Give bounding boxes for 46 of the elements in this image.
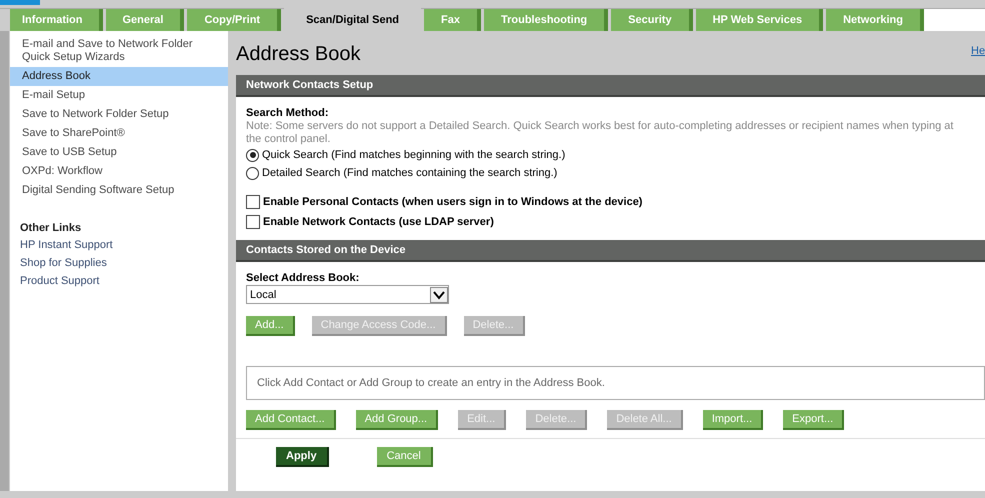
sidebar-link[interactable]: Product Support: [10, 272, 228, 290]
action-button[interactable]: Add...: [246, 316, 295, 336]
help-link[interactable]: He: [971, 45, 985, 57]
action-button[interactable]: Add Contact...: [246, 410, 336, 430]
tab[interactable]: Information: [10, 9, 102, 31]
sidebar-link[interactable]: HP Instant Support: [10, 236, 228, 254]
sidebar-item[interactable]: Save to USB Setup: [10, 143, 228, 162]
sidebar-item[interactable]: E-mail Setup: [10, 86, 228, 105]
section-title: Other Links: [20, 222, 82, 234]
section-header: Contacts Stored on the Device: [236, 240, 985, 262]
address-book-dropdown[interactable]: Local: [246, 285, 449, 304]
radio-label: Quick Search (Find matches beginning with the search string.): [262, 149, 566, 161]
action-button[interactable]: Import...: [702, 410, 764, 430]
radio-label: Detailed Search (Find matches containing the search string.): [262, 167, 558, 179]
checkbox[interactable]: [246, 215, 260, 229]
tab[interactable]: HP Web Services: [696, 9, 824, 31]
sidebar-item[interactable]: Digital Sending Software Setup: [10, 181, 228, 200]
form-button[interactable]: Cancel: [376, 447, 433, 467]
field-label: Search Method:: [246, 107, 330, 119]
radio-button[interactable]: [246, 148, 259, 162]
action-button[interactable]: Add Group...: [356, 410, 438, 430]
sidebar-item[interactable]: Save to Network Folder Setup: [10, 105, 228, 124]
tab[interactable]: Security: [611, 9, 693, 31]
note-text: Note: Some servers do not support a Detailed Search. Quick Search works best for auto-completing addresses or recipient names when typing at the control panel.: [246, 120, 954, 146]
checkbox-label: Enable Network Contacts (use LDAP server): [263, 216, 494, 228]
sidebar-item[interactable]: OXPd: Workflow: [10, 162, 228, 181]
tab[interactable]: General: [106, 9, 184, 31]
radio-button[interactable]: [246, 166, 259, 180]
sidebar-item[interactable]: Save to SharePoint®: [10, 124, 228, 143]
sidebar-item[interactable]: Address Book: [10, 67, 228, 86]
field-label: Select Address Book:: [246, 272, 360, 284]
header-bar: [0, 0, 40, 5]
tab[interactable]: Troubleshooting: [484, 9, 608, 31]
action-button[interactable]: Export...: [783, 410, 844, 430]
checkbox[interactable]: [246, 195, 260, 209]
chevron-down-icon: [430, 286, 448, 302]
tab[interactable]: Fax: [424, 9, 481, 31]
checkbox-label: Enable Personal Contacts (when users sign in to Windows at the device): [263, 196, 642, 208]
form-button[interactable]: Apply: [276, 447, 329, 467]
section-header: Network Contacts Setup: [236, 75, 985, 97]
tab[interactable]: Networking: [826, 9, 924, 31]
tab[interactable]: Copy/Print: [187, 9, 282, 31]
sidebar-item[interactable]: E-mail and Save to Network Folder Quick Setup Wizards: [10, 35, 228, 67]
empty-message: Click Add Contact or Add Group to create an entry in the Address Book.: [257, 377, 605, 389]
page-title: Address Book: [236, 42, 361, 66]
sidebar-link[interactable]: Shop for Supplies: [10, 254, 228, 272]
